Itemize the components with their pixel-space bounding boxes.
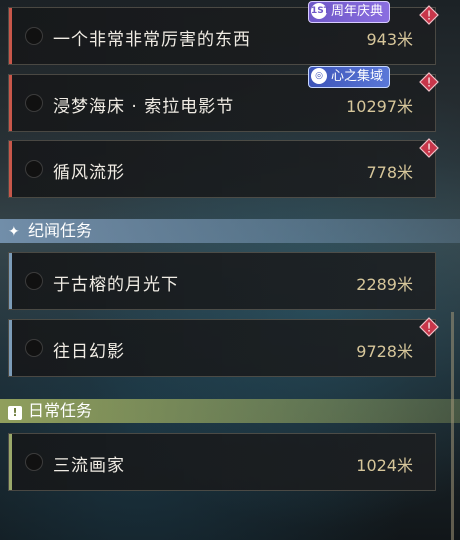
event-tag-label: 周年庆典 xyxy=(331,4,384,19)
quest-type-bar xyxy=(9,141,12,197)
track-toggle[interactable] xyxy=(25,27,43,45)
track-toggle[interactable] xyxy=(25,94,43,112)
track-toggle[interactable] xyxy=(25,272,43,290)
quest-type-bar xyxy=(9,253,12,309)
svg-text:!: ! xyxy=(427,76,432,90)
section-title: 纪闻任务 xyxy=(28,221,93,240)
event-tag-label: 心之集域 xyxy=(331,69,384,84)
sparkle-icon: ✦ xyxy=(8,224,20,240)
quest-distance: 2289米 xyxy=(356,275,413,294)
svg-text:!: ! xyxy=(427,142,432,156)
track-toggle[interactable] xyxy=(25,453,43,471)
quest-title: 浸梦海床 · 索拉电影节 xyxy=(53,97,235,117)
section-header-daily: ! 日常任务 xyxy=(0,399,460,423)
event-tag-anniversary: 1ST 周年庆典 xyxy=(308,1,391,23)
quest-card[interactable]: 往日幻影 9728米 ! xyxy=(8,317,439,377)
track-toggle[interactable] xyxy=(25,339,43,357)
alert-icon: ! xyxy=(419,317,439,337)
section-title: 日常任务 xyxy=(28,401,93,420)
quest-title: 循风流形 xyxy=(53,163,125,183)
quest-distance: 9728米 xyxy=(356,342,413,361)
section-header-story: ✦ 纪闻任务 xyxy=(0,219,460,243)
quest-distance: 1024米 xyxy=(356,456,413,475)
scrollbar[interactable] xyxy=(451,312,454,540)
alert-icon: ! xyxy=(419,72,439,92)
quest-title: 一个非常非常厉害的东西 xyxy=(53,30,251,50)
quest-card[interactable]: 三流画家 1024米 xyxy=(8,433,436,491)
quest-type-bar xyxy=(9,434,12,490)
quest-distance: 10297米 xyxy=(346,97,413,116)
quest-distance: 778米 xyxy=(366,163,413,182)
swirl-icon: ◎ xyxy=(311,68,327,84)
quest-title: 往日幻影 xyxy=(53,342,125,362)
quest-card[interactable]: 循风流形 778米 ! xyxy=(8,138,439,198)
svg-text:!: ! xyxy=(427,9,432,23)
quest-type-bar xyxy=(9,320,12,376)
quest-type-bar xyxy=(9,8,12,64)
anniversary-icon: 1ST xyxy=(311,3,330,19)
quest-title: 于古榕的月光下 xyxy=(53,275,179,295)
quest-title: 三流画家 xyxy=(53,456,125,476)
exclamation-box-icon: ! xyxy=(8,400,28,424)
alert-icon: ! xyxy=(419,5,439,25)
event-tag-heart: ◎ 心之集域 xyxy=(308,66,391,88)
track-toggle[interactable] xyxy=(25,160,43,178)
quest-card[interactable]: 于古榕的月光下 2289米 xyxy=(8,252,436,310)
quest-distance: 943米 xyxy=(366,30,413,49)
svg-text:!: ! xyxy=(427,321,432,335)
quest-type-bar xyxy=(9,75,12,131)
alert-icon: ! xyxy=(419,138,439,158)
